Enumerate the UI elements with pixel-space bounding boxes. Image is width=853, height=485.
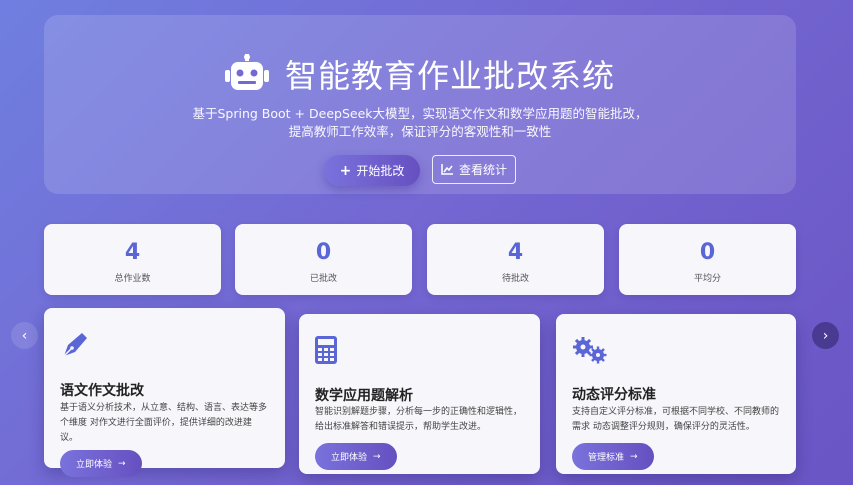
stat-label: 待批改 bbox=[501, 274, 529, 284]
page-title: 智能教育作业批改系统 bbox=[284, 57, 615, 95]
feature-card-scoring: 动态评分标准 支持自定义评分标准，可根据不同学校、不同教师的需求 动态调整评分规… bbox=[556, 314, 796, 474]
hero-subtitle-line: 基于Spring Boot + DeepSeek大模型，实现语文作文和数学应用题… bbox=[192, 106, 648, 121]
chevron-left-icon: ‹ bbox=[21, 327, 28, 344]
feature-card-essay: 语文作文批改 基于语义分析技术，从立意、结构、语言、表达等多个维度 对作文进行全… bbox=[44, 308, 285, 477]
hero-title-row: 智能教育作业批改系统 bbox=[44, 51, 796, 97]
view-stats-button[interactable]: 查看统计 bbox=[432, 155, 516, 184]
card-button-label: 立即体验 bbox=[331, 453, 368, 463]
card-title: 动态评分标准 bbox=[572, 387, 656, 403]
hero-subtitle-line: 提高教师工作效率，保证评分的客观性和一致性 bbox=[288, 124, 552, 139]
card-description: 基于语义分析技术，从立意、结构、语言、表达等多个维度 对作文进行全面评价，提供详… bbox=[60, 403, 268, 443]
arrow-right-icon: → bbox=[118, 458, 126, 469]
card-description: 智能识别解题步骤，分析每一步的正确性和逻辑性，给出标准解答和错误提示，帮助学生改… bbox=[315, 407, 523, 432]
arrow-right-icon: → bbox=[373, 451, 381, 462]
start-grading-button[interactable]: + 开始批改 bbox=[324, 155, 420, 186]
hero-subtitle: 基于Spring Boot + DeepSeek大模型，实现语文作文和数学应用题… bbox=[44, 105, 796, 141]
card-button-label: 立即体验 bbox=[76, 460, 113, 470]
stat-value: 0 bbox=[315, 240, 332, 265]
plus-icon: + bbox=[339, 162, 352, 179]
robot-icon bbox=[224, 54, 269, 90]
try-essay-button[interactable]: 立即体验 → bbox=[60, 450, 142, 477]
stat-value: 4 bbox=[124, 240, 141, 265]
stat-label: 已批改 bbox=[309, 274, 337, 284]
manage-standards-button[interactable]: 管理标准 → bbox=[572, 443, 654, 470]
gears-icon bbox=[573, 337, 607, 364]
card-description: 支持自定义评分标准，可根据不同学校、不同教师的需求 动态调整评分规则，确保评分的… bbox=[572, 407, 780, 432]
pen-icon bbox=[63, 333, 87, 357]
stat-value: 4 bbox=[507, 240, 524, 265]
start-grading-label: 开始批改 bbox=[356, 164, 405, 178]
try-math-button[interactable]: 立即体验 → bbox=[315, 443, 397, 470]
chart-line-icon bbox=[441, 164, 453, 175]
feature-card-math: 数学应用题解析 智能识别解题步骤，分析每一步的正确性和逻辑性，给出标准解答和错误… bbox=[299, 314, 540, 474]
stat-label: 平均分 bbox=[693, 274, 721, 284]
chevron-right-icon: › bbox=[822, 327, 829, 344]
card-title: 数学应用题解析 bbox=[315, 388, 413, 404]
stat-card-total: 4 总作业数 bbox=[44, 224, 221, 295]
carousel-prev-button[interactable]: ‹ bbox=[11, 322, 38, 349]
card-button-label: 管理标准 bbox=[588, 453, 625, 463]
stat-card-pending: 4 待批改 bbox=[427, 224, 604, 295]
hero-buttons: + 开始批改 查看统计 bbox=[44, 155, 796, 186]
arrow-right-icon: → bbox=[630, 451, 638, 462]
view-stats-label: 查看统计 bbox=[458, 163, 507, 177]
calculator-icon bbox=[315, 336, 337, 364]
stat-label: 总作业数 bbox=[114, 274, 151, 284]
stats-row: 4 总作业数 0 已批改 4 待批改 0 平均分 bbox=[44, 224, 796, 295]
card-title: 语文作文批改 bbox=[60, 383, 144, 399]
carousel-next-button[interactable]: › bbox=[812, 322, 839, 349]
stat-card-graded: 0 已批改 bbox=[235, 224, 412, 295]
hero-banner: 智能教育作业批改系统 基于Spring Boot + DeepSeek大模型，实… bbox=[44, 15, 796, 194]
stat-value: 0 bbox=[699, 240, 716, 265]
stat-card-average: 0 平均分 bbox=[619, 224, 796, 295]
